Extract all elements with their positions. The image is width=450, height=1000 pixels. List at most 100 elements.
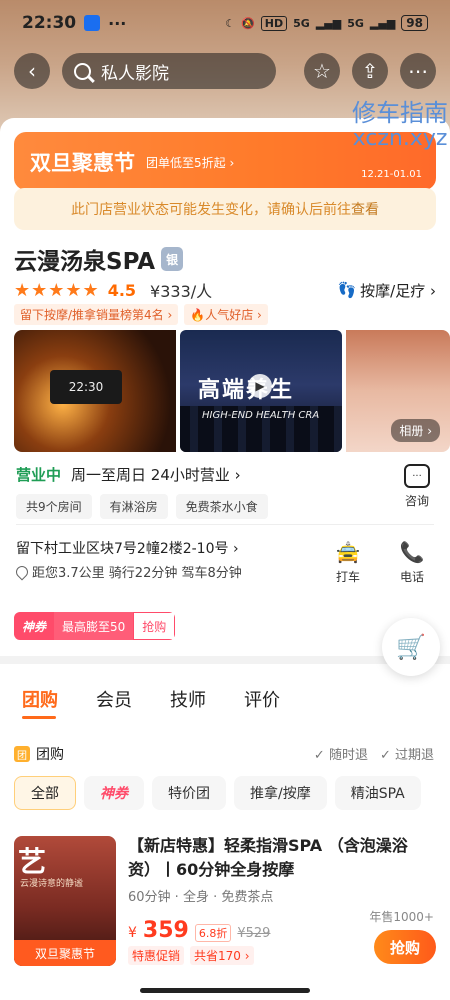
status-dots: ··· (108, 13, 127, 33)
rank-tag[interactable]: 留下按摩/推拿销量榜第4名 › (14, 304, 179, 325)
consult-label: 咨询 (404, 494, 429, 508)
location-pin-icon (13, 563, 31, 580)
more-button[interactable]: ⋯ (400, 53, 436, 89)
taxi-button[interactable]: 🚖 打车 (334, 538, 362, 585)
search-text: 私人影院 (101, 63, 169, 84)
tab-reviews[interactable]: 评价 (244, 686, 280, 712)
video-title: 高端养生 (198, 378, 295, 403)
watermark-line2: xczn.xyz (352, 126, 448, 151)
distance-info: 距您3.7公里 骑行22分钟 驾车8分钟 (13, 562, 242, 581)
moon-icon: ☾ (225, 16, 236, 30)
car-icon: 🚖 (335, 540, 361, 564)
hours-text: 周一至周日 24小时营业 › (71, 466, 241, 484)
cart-icon: 🛒 (396, 633, 426, 661)
filter-massage[interactable]: 推拿/按摩 (234, 776, 327, 810)
annual-sales: 年售1000+ (369, 910, 434, 924)
share-button[interactable]: ⇪ (352, 53, 388, 89)
coupon-banner[interactable]: 神券 最高膨至50 抢购 (14, 612, 176, 640)
gallery-video[interactable]: 高端养生 ▶ HIGH-END HEALTH CRA (180, 330, 342, 452)
gallery-photo-3[interactable]: 相册 › (346, 330, 450, 452)
store-name: 云漫汤泉SPA 银 (14, 242, 184, 276)
more-icon: ⋯ (408, 59, 428, 83)
facility-tags: 共9个房间 有淋浴房 免费茶水小食 (16, 494, 268, 519)
tab-technician[interactable]: 技师 (170, 686, 206, 712)
signal-bars-icon-2: ▂▄▆ (369, 16, 396, 30)
guarantee-anytime: ✓ 随时退 (313, 748, 368, 763)
home-indicator[interactable] (140, 988, 310, 993)
facility-tag: 有淋浴房 (99, 494, 168, 519)
deal-badges: 特惠促销 共省170 › (128, 946, 254, 965)
section-tabs: 团购 会员 技师 评价 (22, 686, 280, 712)
deal-card[interactable]: 艺 云漫诗意的静谧 双旦聚惠节 【新店特惠】轻柔指滑SPA （含泡澡浴资）丨60… (14, 834, 436, 974)
status-bar: 22:30 ··· ☾ 🔕 HD 5G ▂▄▆ 5G ▂▄▆ 98 (0, 0, 450, 46)
deal-image-festival: 双旦聚惠节 (14, 940, 116, 966)
hot-store-tag[interactable]: 🔥人气好店 › (184, 304, 268, 325)
coupon-action[interactable]: 抢购 (133, 612, 176, 640)
guarantee-expired-text: 过期退 (394, 748, 434, 763)
savings-badge[interactable]: 共省170 › (190, 946, 254, 965)
signal-bars-icon: ▂▄▆ (315, 16, 342, 30)
filter-special[interactable]: 特价团 (152, 776, 226, 810)
coupon-brand: 神券 (14, 612, 55, 640)
alarm-clock-image: 22:30 (50, 370, 122, 404)
star-icon: ☆ (313, 59, 331, 83)
gallery-photo-1[interactable]: 22:30 (14, 330, 176, 452)
tab-group-buy[interactable]: 团购 (22, 686, 58, 712)
chat-icon: ··· (404, 464, 430, 488)
group-label: 团购 (36, 747, 64, 763)
filter-coupon[interactable]: 神券 (84, 776, 144, 810)
category-text: 按摩/足疗 › (360, 281, 436, 300)
rating-row: ★★★★★ 4.5 ¥333/人 👣 按摩/足疗 › (14, 278, 436, 302)
promo-subtitle: 团单低至5折起 › (146, 156, 235, 170)
avg-price: ¥333/人 (150, 282, 213, 301)
deal-image-char: 艺 (18, 845, 47, 878)
search-box[interactable]: 私人影院 (62, 53, 276, 89)
filter-oil-spa[interactable]: 精油SPA (334, 776, 421, 810)
facility-tag: 免费茶水小食 (175, 494, 268, 519)
deal-title: 【新店特惠】轻柔指滑SPA （含泡澡浴资）丨60分钟全身按摩 (128, 836, 408, 879)
notice-link[interactable]: 查看 (351, 199, 379, 219)
tab-member[interactable]: 会员 (96, 686, 132, 712)
taxi-label: 打车 (335, 570, 360, 584)
facility-tag: 共9个房间 (16, 494, 92, 519)
status-right: ☾ 🔕 HD 5G ▂▄▆ 5G ▂▄▆ 98 (225, 15, 428, 31)
favorite-button[interactable]: ☆ (304, 53, 340, 89)
watermark-line1: 修车指南 (352, 99, 448, 127)
photo-gallery[interactable]: 22:30 高端养生 ▶ HIGH-END HEALTH CRA 相册 › (14, 330, 450, 452)
signal-5g-2: 5G (347, 16, 364, 30)
deal-filters: 全部 神券 特价团 推拿/按摩 精油SPA (14, 776, 421, 810)
filter-all[interactable]: 全部 (14, 776, 76, 810)
deal-price: ¥ 359 6.8折 ¥529 (128, 918, 270, 943)
star-rating-icon: ★★★★★ (14, 279, 100, 301)
search-icon (74, 62, 91, 80)
business-hours[interactable]: 营业中 周一至周日 24小时营业 › (16, 464, 241, 485)
cart-button[interactable]: 🛒 (382, 618, 440, 676)
rating-score: 4.5 (107, 280, 137, 300)
signal-5g-1: 5G (293, 16, 310, 30)
back-button[interactable]: ‹ (14, 53, 50, 89)
phone-button[interactable]: 📞 电话 (398, 538, 426, 585)
guarantee-anytime-text: 随时退 (328, 748, 368, 763)
watermark: 修车指南 xczn.xyz (352, 100, 448, 152)
deal-image[interactable]: 艺 云漫诗意的静谧 双旦聚惠节 (14, 836, 116, 966)
price-currency: ¥ (128, 925, 137, 941)
rank-tags: 留下按摩/推拿销量榜第4名 › 🔥人气好店 › (14, 304, 268, 325)
notice-text: 此门店营业状态可能发生变化，请确认后前往 (71, 202, 351, 218)
nav-actions: ☆ ⇪ ⋯ (304, 53, 436, 89)
deal-meta: 60分钟 · 全身 · 免费茶点 (128, 890, 274, 905)
category-link[interactable]: 👣 按摩/足疗 › (337, 280, 436, 301)
address-line[interactable]: 留下村工业区块7号2幢2楼2-10号 › (16, 538, 239, 558)
store-name-text: 云漫汤泉SPA (14, 249, 156, 275)
hd-chip: HD (260, 15, 288, 31)
store-card: 双旦聚惠节 团单低至5折起 › 12.21-01.01 此门店营业状态可能发生变… (0, 118, 450, 658)
group-buy-header: 团 团购 (14, 744, 64, 764)
buy-button[interactable]: 抢购 (374, 930, 436, 964)
consult-button[interactable]: ··· 咨询 (404, 464, 430, 509)
play-icon[interactable]: ▶ (248, 374, 272, 398)
distance-text: 距您3.7公里 骑行22分钟 驾车8分钟 (32, 566, 242, 581)
album-button[interactable]: 相册 › (391, 419, 440, 442)
promo-badge: 特惠促销 (128, 946, 185, 965)
coupon-text: 最高膨至50 (54, 612, 134, 640)
phone-label: 电话 (399, 570, 424, 584)
refund-guarantees: ✓ 随时退 ✓ 过期退 (314, 744, 434, 763)
